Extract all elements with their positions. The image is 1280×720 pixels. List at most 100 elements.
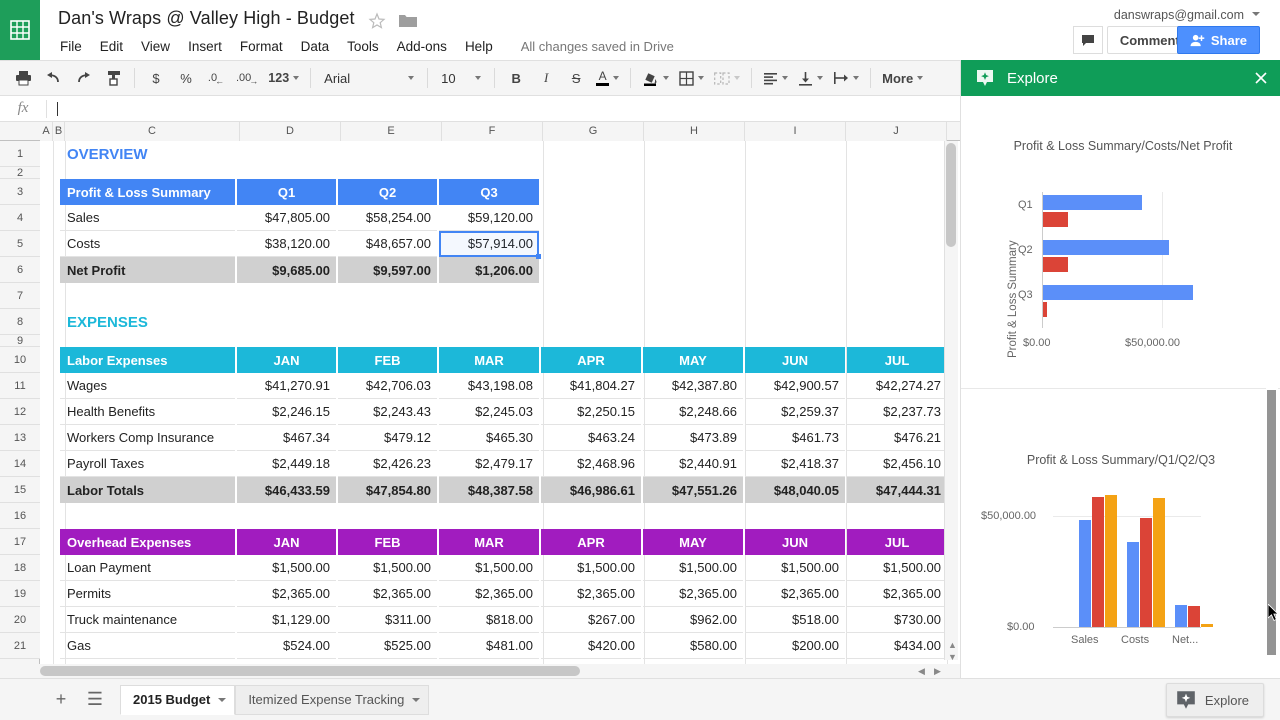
table-row-cell[interactable]: $473.89 — [643, 425, 743, 451]
menu-file[interactable]: File — [60, 39, 91, 54]
table-row-cell[interactable]: $1,129.00 — [237, 607, 336, 633]
table-row-cell[interactable]: Loan Payment — [60, 555, 235, 581]
account-email[interactable]: danswraps@gmail.com — [1114, 8, 1244, 22]
menu-addons[interactable]: Add-ons — [397, 39, 456, 54]
table-row-cell[interactable]: $48,657.00 — [338, 231, 437, 257]
table-row-cell[interactable]: $1,500.00 — [237, 555, 336, 581]
table-row-cell[interactable]: $2,246.15 — [237, 399, 336, 425]
table-row-cell[interactable]: $818.00 — [439, 607, 539, 633]
table-row-cell[interactable]: $2,468.96 — [541, 451, 641, 477]
chevron-down-icon[interactable] — [412, 698, 420, 702]
menu-format[interactable]: Format — [240, 39, 292, 54]
decrease-decimal-button[interactable]: .0 ← — [203, 65, 229, 91]
text-color-button[interactable]: A — [593, 65, 622, 91]
print-icon[interactable] — [10, 65, 36, 91]
column-header-c[interactable]: C — [65, 122, 240, 141]
table-row-cell[interactable]: Costs — [60, 231, 235, 257]
row-header-12[interactable]: 12 — [0, 399, 40, 425]
row-header-18[interactable]: 18 — [0, 555, 40, 581]
chevron-down-icon[interactable] — [218, 698, 226, 702]
strikethrough-button[interactable]: S — [563, 65, 589, 91]
column-header-d[interactable]: D — [240, 122, 341, 141]
table-row-cell[interactable]: Net Profit — [60, 257, 235, 283]
menu-view[interactable]: View — [141, 39, 179, 54]
row-header-13[interactable]: 13 — [0, 425, 40, 451]
table-row-cell[interactable]: $463.24 — [541, 425, 641, 451]
row-header-5[interactable]: 5 — [0, 231, 40, 257]
chevron-down-icon[interactable] — [613, 76, 619, 80]
table-row-cell[interactable]: $200.00 — [745, 633, 845, 659]
font-family-select[interactable]: Arial — [317, 66, 421, 90]
column-header-h[interactable]: H — [644, 122, 745, 141]
row-header-21[interactable]: 21 — [0, 633, 40, 659]
fill-handle[interactable] — [536, 254, 541, 259]
scroll-left-arrow-icon[interactable]: ◀ — [918, 666, 925, 677]
table-row-cell[interactable]: $42,274.27 — [847, 373, 947, 399]
table-row-cell[interactable]: $2,365.00 — [439, 581, 539, 607]
increase-decimal-button[interactable]: .00 → — [233, 65, 261, 91]
currency-format-button[interactable]: $ — [143, 65, 169, 91]
redo-icon[interactable] — [70, 65, 96, 91]
table-row-cell[interactable]: $2,365.00 — [847, 581, 947, 607]
row-header-7[interactable]: 7 — [0, 283, 40, 309]
table-row-cell[interactable]: $2,245.03 — [439, 399, 539, 425]
table-row-cell[interactable]: $47,551.26 — [643, 477, 743, 503]
row-header-17[interactable]: 17 — [0, 529, 40, 555]
table-row-cell[interactable]: $1,206.00 — [439, 257, 539, 283]
share-button[interactable]: Share — [1177, 26, 1260, 54]
table-row-cell[interactable]: Sales — [60, 205, 235, 231]
folder-icon[interactable] — [398, 12, 418, 30]
table-row-cell[interactable]: Workers Comp Insurance — [60, 425, 235, 451]
table-row-cell[interactable]: $1,500.00 — [439, 555, 539, 581]
row-header-11[interactable]: 11 — [0, 373, 40, 399]
scroll-right-arrow-icon[interactable]: ▶ — [934, 666, 941, 677]
table-row-cell[interactable]: $2,449.18 — [237, 451, 336, 477]
row-header-10[interactable]: 10 — [0, 347, 40, 373]
table-row-cell[interactable]: $46,986.61 — [541, 477, 641, 503]
add-sheet-icon[interactable]: + — [46, 685, 76, 715]
table-row-cell[interactable]: $2,365.00 — [643, 581, 743, 607]
table-row-cell[interactable]: $1,500.00 — [541, 555, 641, 581]
table-row-cell[interactable]: $41,270.91 — [237, 373, 336, 399]
table-row-cell[interactable]: $524.00 — [237, 633, 336, 659]
all-sheets-icon[interactable]: ☰ — [80, 685, 110, 715]
close-icon[interactable] — [1251, 68, 1271, 88]
row-header-19[interactable]: 19 — [0, 581, 40, 607]
percent-format-button[interactable]: % — [173, 65, 199, 91]
row-header-3[interactable]: 3 — [0, 179, 40, 205]
table-row-cell[interactable]: $38,120.00 — [237, 231, 336, 257]
grid-horizontal-scroll-thumb[interactable] — [40, 666, 580, 676]
table-row-cell[interactable]: $2,440.91 — [643, 451, 743, 477]
row-header-16[interactable]: 16 — [0, 503, 40, 529]
table-row-cell[interactable]: $2,250.15 — [541, 399, 641, 425]
page-title[interactable]: Dan's Wraps @ Valley High - Budget — [58, 8, 355, 29]
table-row-cell[interactable]: $465.30 — [439, 425, 539, 451]
table-row-cell[interactable]: $461.73 — [745, 425, 845, 451]
table-row-cell[interactable]: $42,900.57 — [745, 373, 845, 399]
explore-chart-card-2[interactable]: Profit & Loss Summary/Q1/Q2/Q3 $50,000.0… — [961, 389, 1280, 678]
table-row-cell[interactable]: Payroll Taxes — [60, 451, 235, 477]
column-header-e[interactable]: E — [341, 122, 442, 141]
menu-data[interactable]: Data — [301, 39, 339, 54]
table-row-cell[interactable]: $42,706.03 — [338, 373, 437, 399]
table-row-cell[interactable]: $2,259.37 — [745, 399, 845, 425]
table-row-cell[interactable]: $580.00 — [643, 633, 743, 659]
horizontal-align-button[interactable] — [760, 65, 791, 91]
table-row-cell[interactable]: $59,120.00 — [439, 205, 539, 231]
table-row-cell[interactable]: $47,444.31 — [847, 477, 947, 503]
column-header-f[interactable]: F — [442, 122, 543, 141]
table-row-cell[interactable]: $2,248.66 — [643, 399, 743, 425]
scroll-down-arrow-icon[interactable]: ▼ — [948, 652, 957, 662]
explore-chart-card-1[interactable]: Profit & Loss Summary/Costs/Net Profit P… — [961, 96, 1280, 388]
paint-format-icon[interactable] — [100, 65, 126, 91]
chevron-down-icon[interactable] — [1252, 12, 1260, 16]
comment-button[interactable] — [1073, 26, 1103, 54]
table-row-cell[interactable]: $9,597.00 — [338, 257, 437, 283]
table-row-cell[interactable]: $46,433.59 — [237, 477, 336, 503]
table-row-cell[interactable]: $467.34 — [237, 425, 336, 451]
chevron-down-icon[interactable] — [663, 76, 669, 80]
table-row-cell[interactable]: $476.21 — [847, 425, 947, 451]
table-row-cell[interactable]: $479.12 — [338, 425, 437, 451]
undo-icon[interactable] — [40, 65, 66, 91]
table-row-cell[interactable]: $962.00 — [643, 607, 743, 633]
